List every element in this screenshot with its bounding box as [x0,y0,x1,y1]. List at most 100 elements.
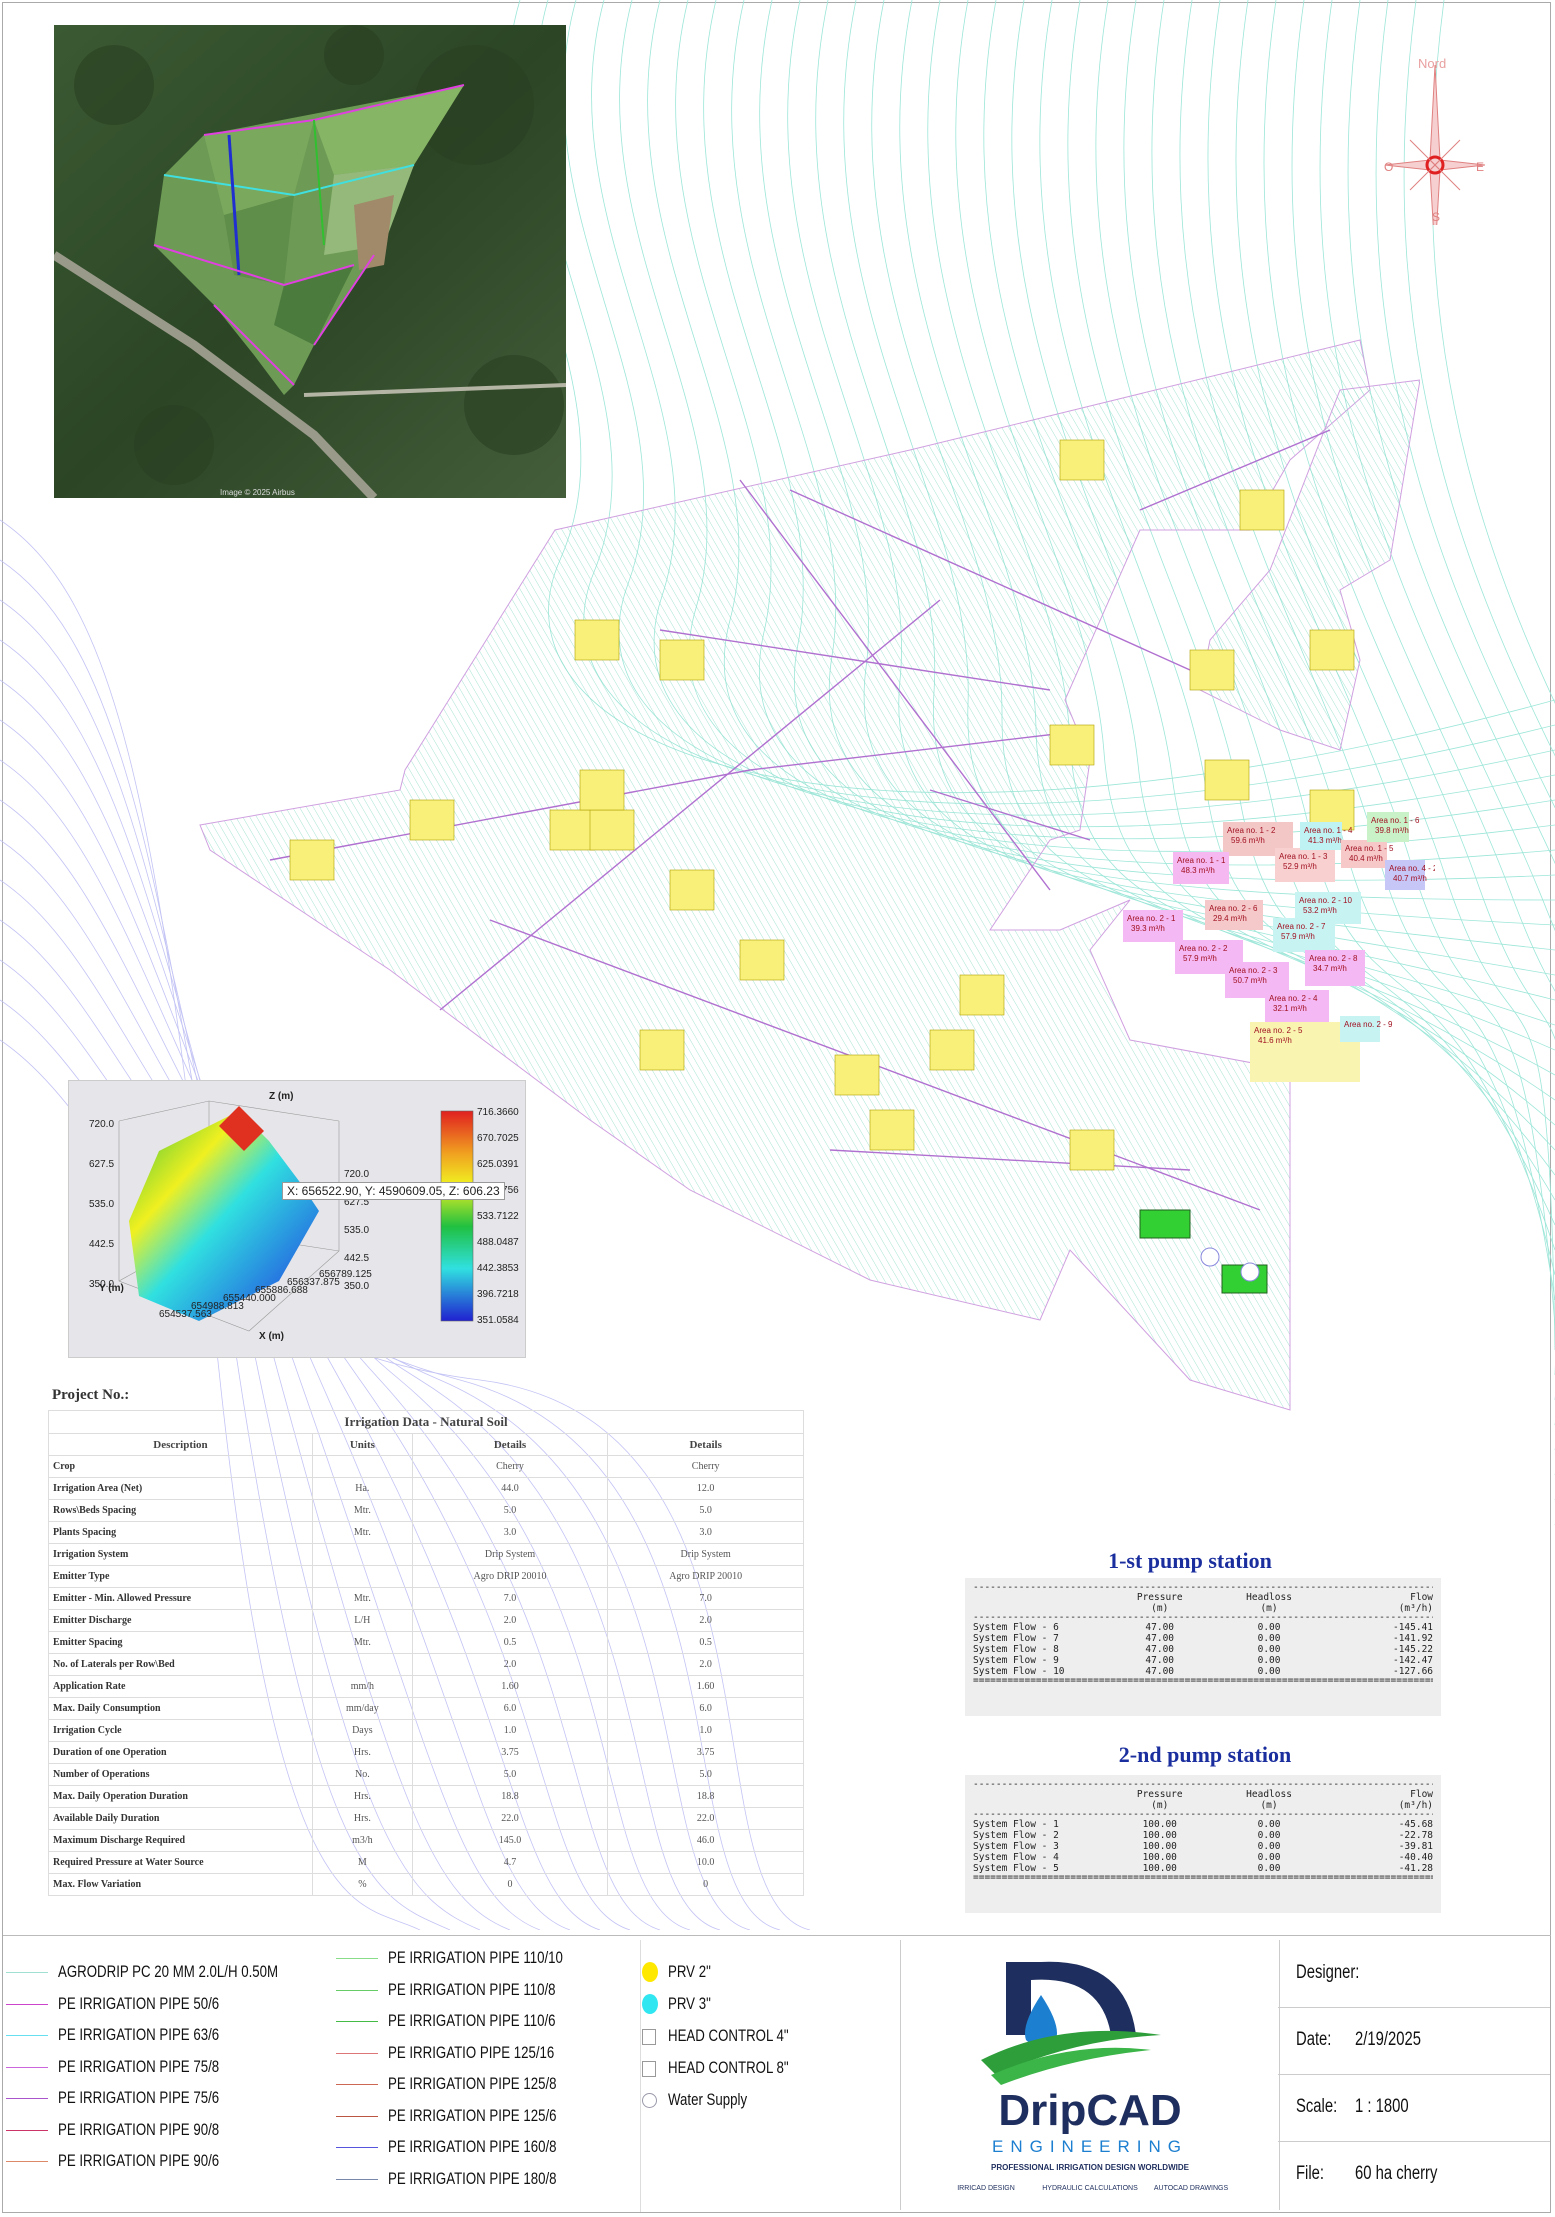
row-value: Hrs. [312,1741,413,1764]
legend-label: HEAD CONTROL 4" [668,2026,789,2045]
row-value [312,1455,413,1478]
date-value: 2/19/2025 [1355,2029,1421,2050]
pump-cell: System Flow - 6 [973,1622,1059,1633]
terrain-3d-plot[interactable]: Z (m) X (m) Y (m) 720.0 627.5 535.0 442.5 35… [68,1080,526,1358]
pump-row: System Flow - 7 47.00 0.00 -141.92 [973,1633,1433,1644]
area-label-box [589,809,635,851]
table-row: Max. Daily Operation Duration Hrs. 18.8 18.… [48,1785,804,1808]
legend-label: PRV 2" [668,1962,711,1981]
row-value: 3.75 [411,1741,609,1764]
header-headloss: Headloss [1246,1789,1292,1800]
row-value: 7.0 [411,1587,609,1610]
table-row: Crop Cherry Cherry [48,1455,804,1478]
legend-line-swatch [336,2178,378,2180]
legend-label: PE IRRIGATION PIPE 125/8 [388,2074,557,2093]
row-value: 5.0 [411,1763,609,1786]
file-row: File: 60 ha cherry [1278,2141,1550,2208]
row-description: Duration of one Operation [48,1741,313,1764]
pump-cell: 0.00 [1257,1819,1281,1830]
legend-line-swatch [6,1972,48,1973]
row-value: 5.0 [607,1499,804,1522]
rule: ----------------------------------------… [973,1614,1433,1622]
row-value: 18.8 [607,1785,804,1808]
row-value: Cherry [411,1455,609,1478]
area-label-box [549,809,595,851]
table-row: Application Rate mm/h 1.60 1.60 [48,1675,804,1698]
pump2-results: ----------------------------------------… [965,1775,1441,1913]
table-row: Maximum Discharge Required m3/h 145.0 46.0 [48,1829,804,1852]
colorbar-label: 396.7218 [477,1289,519,1300]
pump-cell: 0.00 [1257,1666,1281,1677]
scale-value: 1 : 1800 [1355,2096,1409,2117]
z-tick-label: 350.0 [89,1279,114,1290]
pump-cell: -141.92 [1392,1633,1434,1644]
header-description: Description [48,1433,313,1456]
zone-label: Area no. 2 - 3 [1229,966,1278,975]
legend-label: PE IRRIGATION PIPE 110/8 [388,1979,556,1999]
legend-line-swatch [6,2003,48,2005]
table-row: Emitter Spacing Mtr. 0.5 0.5 [48,1631,804,1654]
pump-row: System Flow - 8 47.00 0.00 -145.22 [973,1644,1433,1655]
row-value: Drip System [411,1543,609,1566]
zone-label: Area no. 2 - 4 [1269,994,1318,1003]
brand-tagline: PROFESSIONAL IRRIGATION DESIGN WORLDWIDE [991,2163,1190,2172]
table-row: No. of Laterals per Row\Bed 2.0 2.0 [48,1653,804,1676]
colorbar-label: 716.3660 [477,1107,519,1118]
service-1: IRRICAD DESIGN [957,2185,1015,2192]
row-value: mm/h [312,1675,413,1698]
row-value [312,1543,413,1566]
pump-row: System Flow - 3 100.00 0.00 -39.81 [973,1841,1433,1852]
pump-cell: 100.00 [1142,1819,1177,1830]
row-value: 6.0 [607,1697,804,1720]
row-value: 1.0 [411,1719,609,1742]
area-label-box [669,869,715,911]
pump-cell: -39.81 [1398,1841,1434,1852]
pump-units: (m) (m) (m³/h) [973,1603,1433,1614]
row-value: No. [312,1763,413,1786]
legend-line-swatch [336,2021,378,2022]
compass-west-label: O [1384,160,1394,174]
plot-tooltip: X: 656522.90, Y: 4590609.05, Z: 606.23 [282,1182,505,1200]
row-value: % [312,1873,413,1896]
pump-row: System Flow - 6 47.00 0.00 -145.41 [973,1622,1433,1633]
table-row: Irrigation Area (Net) Ha. 44.0 12.0 [48,1477,804,1500]
row-value: 2.0 [411,1609,609,1632]
pump-row: System Flow - 1 100.00 0.00 -45.68 [973,1819,1433,1830]
row-description: Irrigation Area (Net) [48,1477,313,1500]
pump-cell: 0.00 [1257,1644,1281,1655]
zone-label: Area no. 2 - 1 [1127,914,1176,923]
compass-south-label: S [1432,210,1441,224]
area-label-box [1049,724,1095,766]
row-value: 1.60 [411,1675,609,1698]
table-row: Emitter Type Agro DRIP 20010 Agro DRIP 200… [48,1565,804,1588]
zone-flow: 32.1 m³/h [1273,1004,1307,1013]
area-label-box [1309,629,1355,671]
zone-flow: 39.3 m³/h [1131,924,1165,933]
row-value: 6.0 [411,1697,609,1720]
row-value: L/H [312,1609,413,1632]
legend-line-swatch [6,2161,48,2162]
row-value: 3.0 [411,1521,609,1544]
pump-cell: -145.22 [1392,1644,1434,1655]
area-label-box [659,639,705,681]
table-row: Duration of one Operation Hrs. 3.75 3.75 [48,1741,804,1764]
area-label-box [579,769,625,811]
z-tick-label: 627.5 [89,1159,114,1170]
head-control-icon [642,2061,656,2077]
header-flow: Flow [1410,1789,1434,1800]
pump-cell: System Flow - 5 [973,1863,1059,1874]
unit-headloss: (m) [1260,1603,1278,1614]
legend-label: PE IRRIGATION PIPE 180/8 [388,2168,557,2188]
pump-row: System Flow - 5 100.00 0.00 -41.28 [973,1863,1433,1874]
irrigation-data-table: Irrigation Data - Natural Soil Descripti… [48,1410,804,1896]
row-description: Number of Operations [48,1763,313,1786]
z-axis-label: Z (m) [269,1091,293,1102]
pump-cell: 47.00 [1145,1655,1175,1666]
pump-cell: 0.00 [1257,1633,1281,1644]
row-value: 3.0 [607,1521,804,1544]
row-description: Plants Spacing [48,1521,313,1544]
legend-label: AGRODRIP PC 20 MM 2.0L/H 0.50M [58,1962,279,1981]
zone-flow: 41.3 m³/h [1308,836,1342,845]
scale-label: Scale: [1296,2096,1338,2117]
